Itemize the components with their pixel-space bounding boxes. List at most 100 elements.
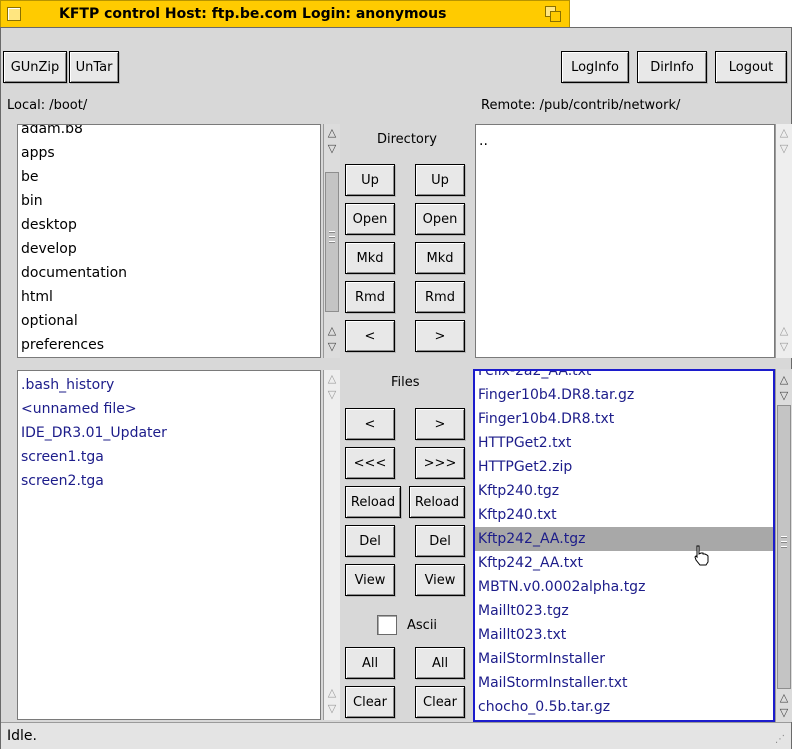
local-path-label: Local: /boot/: [7, 98, 88, 113]
local-dir-scrollbar[interactable]: △ ▽ △ ▽: [323, 124, 340, 358]
files-left-button[interactable]: <: [345, 408, 395, 440]
list-item[interactable]: preferences: [18, 333, 320, 357]
list-item[interactable]: chocho_0.5b.tar.gz: [475, 695, 773, 719]
scroll-up-arrow-icon[interactable]: △: [777, 373, 791, 387]
ascii-label: Ascii: [407, 618, 438, 633]
remote-up-button[interactable]: Up: [415, 164, 465, 196]
local-all-button[interactable]: All: [345, 647, 395, 679]
status-text: Idle.: [7, 728, 37, 744]
list-item[interactable]: adam.b8: [18, 125, 320, 141]
list-item-selected[interactable]: Kftp242_AA.tgz: [475, 527, 773, 551]
list-item[interactable]: be: [18, 165, 320, 189]
list-item[interactable]: HTTPGet2.txt: [475, 431, 773, 455]
list-item[interactable]: Maillt023.txt: [475, 623, 773, 647]
local-rmd-button[interactable]: Rmd: [345, 281, 395, 313]
scroll-down-arrow-icon[interactable]: ▽: [777, 340, 791, 354]
remote-clear-button[interactable]: Clear: [415, 686, 465, 718]
remote-path-label: Remote: /pub/contrib/network/: [481, 98, 681, 113]
scroll-thumb[interactable]: [325, 172, 339, 312]
remote-file-scrollbar[interactable]: △ ▽ △ ▽: [775, 369, 792, 722]
scroll-up-arrow-icon[interactable]: △: [777, 126, 791, 140]
resize-grip-icon[interactable]: ⋰: [775, 733, 789, 747]
ascii-checkbox[interactable]: [377, 615, 397, 635]
dir-right-button[interactable]: >: [415, 320, 465, 352]
files-heading: Files: [391, 375, 420, 390]
local-clear-button[interactable]: Clear: [345, 686, 395, 718]
dirinfo-button[interactable]: DirInfo: [637, 51, 707, 83]
loginfo-button[interactable]: LogInfo: [561, 51, 629, 83]
list-item[interactable]: html: [18, 285, 320, 309]
list-item[interactable]: develop: [18, 237, 320, 261]
scroll-up-arrow-icon[interactable]: △: [777, 324, 791, 338]
remote-all-button[interactable]: All: [415, 647, 465, 679]
remote-open-button[interactable]: Open: [415, 203, 465, 235]
local-file-list[interactable]: .bash_history <unnamed file> IDE_DR3.01_…: [17, 370, 321, 720]
untar-button[interactable]: UnTar: [69, 51, 119, 83]
list-item[interactable]: MBTN.v0.0002alpha.tgz: [475, 575, 773, 599]
scroll-down-arrow-icon[interactable]: ▽: [777, 706, 791, 720]
list-item[interactable]: Finger10b4.DR8.tar.gz: [475, 383, 773, 407]
scroll-down-arrow-icon[interactable]: ▽: [777, 142, 791, 156]
files-right-all-button[interactable]: >>>: [415, 447, 465, 479]
list-item[interactable]: MailStormInstaller.txt: [475, 671, 773, 695]
scroll-down-arrow-icon[interactable]: ▽: [325, 702, 339, 716]
list-item[interactable]: Kftp242_AA.txt: [475, 551, 773, 575]
hand-pointer-icon: [694, 545, 709, 566]
files-right-button[interactable]: >: [415, 408, 465, 440]
remote-view-button[interactable]: View: [415, 564, 465, 596]
window-title-tab[interactable]: KFTP control Host: ftp.be.com Login: ano…: [0, 0, 570, 27]
list-item[interactable]: Finger10b4.DR8.txt: [475, 407, 773, 431]
files-left-all-button[interactable]: <<<: [345, 447, 395, 479]
local-mkd-button[interactable]: Mkd: [345, 242, 395, 274]
list-item[interactable]: optional: [18, 309, 320, 333]
remote-dir-scrollbar[interactable]: △ ▽ △ ▽: [775, 124, 792, 358]
local-del-button[interactable]: Del: [345, 525, 395, 557]
local-reload-button[interactable]: Reload: [345, 486, 401, 518]
remote-del-button[interactable]: Del: [415, 525, 465, 557]
zoom-box-icon[interactable]: [545, 6, 561, 22]
list-item[interactable]: Maillt023.tgz: [475, 599, 773, 623]
scroll-down-arrow-icon[interactable]: ▽: [325, 388, 339, 402]
list-item[interactable]: desktop: [18, 213, 320, 237]
remote-mkd-button[interactable]: Mkd: [415, 242, 465, 274]
list-item[interactable]: Kftp240.txt: [475, 503, 773, 527]
scroll-up-arrow-icon[interactable]: △: [325, 324, 339, 338]
scroll-up-arrow-icon[interactable]: △: [325, 686, 339, 700]
list-item[interactable]: screen2.tga: [18, 469, 320, 493]
scroll-down-arrow-icon[interactable]: ▽: [777, 389, 791, 403]
dir-left-button[interactable]: <: [345, 320, 395, 352]
directory-heading: Directory: [377, 132, 437, 147]
scroll-down-arrow-icon[interactable]: ▽: [325, 340, 339, 354]
list-item[interactable]: screen1.tga: [18, 445, 320, 469]
list-item[interactable]: Felix-2a2_AA.txt: [475, 371, 773, 383]
list-item[interactable]: MailStormInstaller: [475, 647, 773, 671]
list-item[interactable]: bin: [18, 189, 320, 213]
remote-reload-button[interactable]: Reload: [409, 486, 465, 518]
local-file-scrollbar[interactable]: △ ▽ △ ▽: [323, 370, 340, 720]
list-item[interactable]: ..: [476, 129, 774, 153]
list-item[interactable]: Kftp240.tgz: [475, 479, 773, 503]
list-item[interactable]: apps: [18, 141, 320, 165]
scroll-up-arrow-icon[interactable]: △: [325, 126, 339, 140]
scroll-up-arrow-icon[interactable]: △: [325, 372, 339, 386]
list-item[interactable]: IDE_DR3.01_Updater: [18, 421, 320, 445]
scroll-thumb[interactable]: [777, 405, 791, 689]
scroll-down-arrow-icon[interactable]: ▽: [325, 142, 339, 156]
close-box-icon[interactable]: [7, 7, 21, 21]
local-open-button[interactable]: Open: [345, 203, 395, 235]
remote-rmd-button[interactable]: Rmd: [415, 281, 465, 313]
list-item[interactable]: documentation: [18, 261, 320, 285]
list-item[interactable]: .bash_history: [18, 373, 320, 397]
list-item[interactable]: <unnamed file>: [18, 397, 320, 421]
scroll-up-arrow-icon[interactable]: △: [777, 691, 791, 705]
local-view-button[interactable]: View: [345, 564, 395, 596]
remote-dir-list[interactable]: ..: [475, 124, 775, 358]
logout-button[interactable]: Logout: [715, 51, 787, 83]
local-up-button[interactable]: Up: [345, 164, 395, 196]
remote-file-list[interactable]: Felix-2a2_AA.txt Finger10b4.DR8.tar.gz F…: [473, 369, 775, 722]
list-item[interactable]: HTTPGet2.zip: [475, 455, 773, 479]
local-dir-list[interactable]: adam.b8 apps be bin desktop develop docu…: [17, 124, 321, 358]
kftp-window: GUnZip UnTar LogInfo DirInfo Logout Loca…: [0, 27, 792, 749]
window-title: KFTP control Host: ftp.be.com Login: ano…: [59, 6, 447, 22]
gunzip-button[interactable]: GUnZip: [3, 51, 67, 83]
